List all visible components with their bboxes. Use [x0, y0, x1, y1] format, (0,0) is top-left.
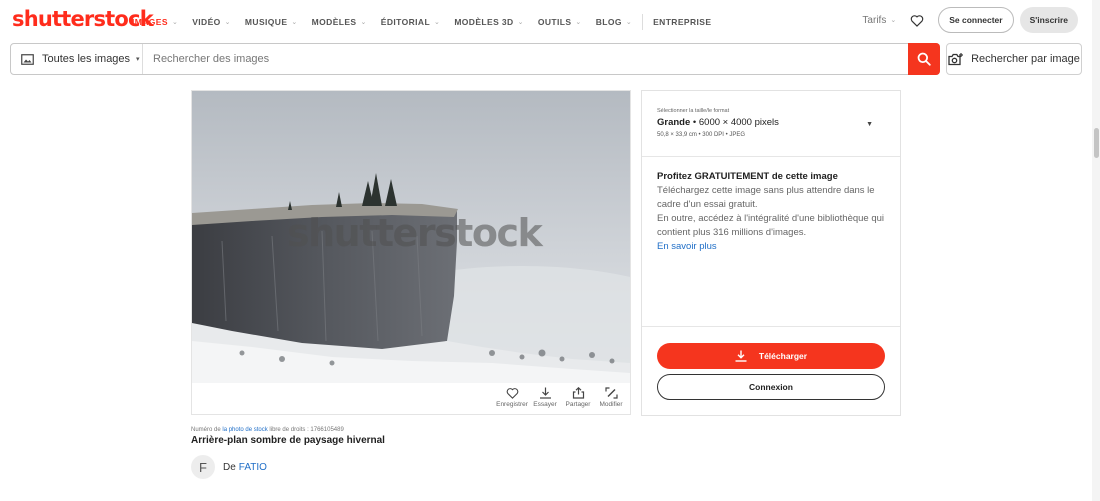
page-scrollbar[interactable]: [1092, 0, 1100, 501]
learn-more-link[interactable]: En savoir plus: [657, 241, 887, 252]
heart-icon: [506, 388, 518, 399]
author-info: F De FATIO: [191, 455, 267, 479]
nav-item-images[interactable]: IMAGES ⌄: [132, 17, 178, 27]
asset-type-dropdown[interactable]: Toutes les images ▾: [11, 44, 143, 74]
promo-text: Téléchargez cette image sans plus attend…: [657, 185, 875, 210]
chevron-down-icon: ⌄: [890, 17, 897, 24]
try-button[interactable]: Essayer: [530, 387, 560, 408]
stock-photo-link[interactable]: la photo de stock: [222, 427, 267, 433]
nav-item-blog[interactable]: BLOG ⌄: [596, 17, 632, 27]
author-prefix: De: [223, 461, 236, 473]
caret-down-icon: ▾: [136, 56, 140, 63]
chevron-down-icon: ⌄: [171, 19, 179, 26]
search-icon: [917, 52, 931, 66]
search-bar: Toutes les images▾ Rechercher par image: [10, 43, 1082, 75]
image-preview-card: shutterstock Enregistrer Essayer Partage…: [191, 90, 631, 415]
nav-divider: [642, 14, 644, 30]
chevron-down-icon: ⌄: [517, 19, 524, 26]
image-actions: Enregistrer Essayer Partager Modifier: [494, 387, 626, 408]
chevron-down-icon: ⌄: [625, 19, 633, 26]
search-box: Toutes les images ▾: [10, 43, 940, 75]
login-button[interactable]: Connexion: [657, 374, 885, 400]
image-meta: Numéro de la photo de stock libre de dro…: [191, 427, 385, 446]
stock-id: Numéro de la photo de stock libre de dro…: [191, 427, 344, 433]
scrollbar-thumb[interactable]: [1094, 128, 1099, 158]
download-button[interactable]: Télécharger: [657, 343, 885, 369]
chevron-down-icon: ⌄: [291, 19, 298, 26]
favorites-heart-icon[interactable]: [910, 14, 924, 27]
image-title: Arrière-plan sombre de paysage hivernal: [191, 435, 385, 446]
caret-down-icon: ▼: [866, 121, 873, 128]
author-link[interactable]: FATIO: [239, 462, 267, 473]
download-icon: [539, 387, 551, 399]
nav-item-tools[interactable]: OUTILS ⌄: [538, 17, 582, 27]
divider: [642, 326, 900, 327]
camera-plus-icon: [948, 52, 964, 65]
winter-landscape-photo[interactable]: shutterstock: [192, 91, 630, 383]
nav-item-3d-models[interactable]: MODÈLES 3D ⌄: [454, 17, 524, 27]
image-icon: [21, 53, 34, 65]
promo-title: Profitez GRATUITEMENT de cette image: [657, 171, 838, 182]
edit-button[interactable]: Modifier: [596, 387, 626, 408]
edit-icon: [604, 387, 618, 399]
signup-button[interactable]: S'inscrire: [1019, 7, 1078, 33]
nav-item-templates[interactable]: MODÈLES ⌄: [312, 17, 367, 27]
nav-item-enterprise[interactable]: ENTREPRISE: [653, 17, 711, 27]
size-format-selector[interactable]: Sélectionner la taille/le format Grande …: [642, 91, 900, 157]
size-details: 50,8 × 33,9 cm • 300 DPI • JPEG: [657, 132, 746, 138]
promo-text-2: En outre, accédez à l'intégralité d'une …: [657, 213, 885, 238]
free-trial-promo: Profitez GRATUITEMENT de cette image Tél…: [657, 171, 887, 252]
selected-size: Grande • 6000 × 4000 pixels: [657, 117, 779, 128]
nav-item-editorial[interactable]: ÉDITORIAL ⌄: [381, 17, 441, 27]
nav-item-video[interactable]: VIDÉO ⌄: [192, 17, 231, 27]
search-by-image-button[interactable]: Rechercher par image: [946, 43, 1082, 75]
chevron-down-icon: ⌄: [575, 19, 582, 26]
pricing-menu[interactable]: Tarifs ⌄: [862, 15, 896, 26]
save-button[interactable]: Enregistrer: [496, 387, 528, 408]
chevron-down-icon: ⌄: [434, 19, 441, 26]
main-menu: IMAGES ⌄ VIDÉO ⌄ MUSIQUE ⌄ MODÈLES ⌄ ÉDITORI…: [132, 14, 725, 30]
avatar[interactable]: F: [191, 455, 215, 479]
license-panel: Sélectionner la taille/le format Grande …: [641, 90, 901, 416]
search-input[interactable]: [143, 44, 939, 74]
search-button[interactable]: [908, 43, 940, 75]
chevron-down-icon: ⌄: [360, 19, 367, 26]
login-button[interactable]: Se connecter: [938, 7, 1014, 33]
chevron-down-icon: ⌄: [224, 19, 231, 26]
share-icon: [572, 387, 584, 399]
top-navigation: shutterstock IMAGES ⌄ VIDÉO ⌄ MUSIQUE ⌄ MOD…: [0, 0, 1100, 40]
download-icon: [735, 350, 747, 362]
nav-item-music[interactable]: MUSIQUE ⌄: [245, 17, 298, 27]
share-button[interactable]: Partager: [563, 387, 593, 408]
account-nav: Tarifs ⌄ Se connecter S'inscrire: [862, 7, 1078, 33]
watermark: shutterstock: [287, 211, 543, 255]
